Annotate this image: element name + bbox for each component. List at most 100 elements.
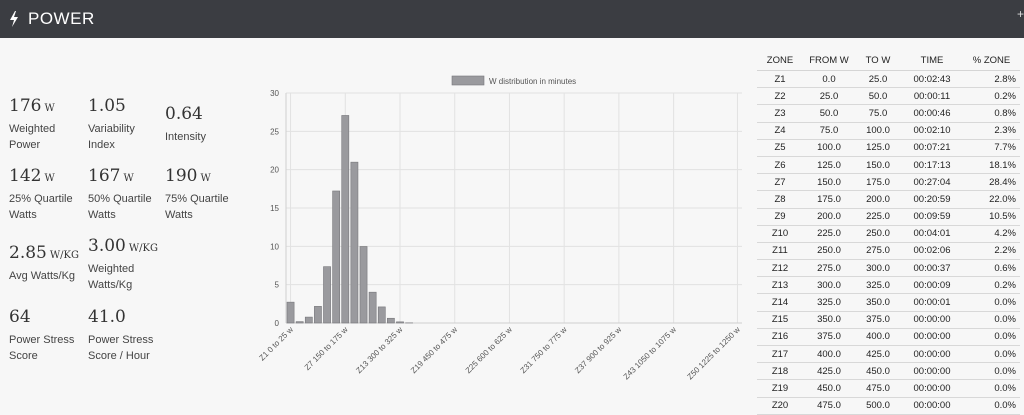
expand-icon[interactable]: + bbox=[1017, 7, 1024, 21]
time-cell: 00:00:46 bbox=[901, 104, 963, 123]
metric-value: 41.0 bbox=[88, 307, 126, 327]
zone-table: ZONE FROM W TO W TIME % ZONE Z1 0.0 25.0 00… bbox=[757, 50, 1020, 415]
time-cell: 00:07:21 bbox=[901, 139, 963, 157]
metric-value: 64 bbox=[9, 307, 31, 327]
time-cell: 00:17:13 bbox=[901, 156, 963, 175]
to-w-cell: 450.0 bbox=[855, 362, 901, 381]
from-w-cell: 425.0 bbox=[803, 362, 855, 381]
metric-label: Variability Index bbox=[88, 123, 135, 151]
bar bbox=[387, 317, 395, 324]
x-tick-label: Z19 450 to 475 w bbox=[409, 325, 459, 375]
percent-zone-cell: 0.2% bbox=[963, 87, 1020, 106]
column-header-percent-zone: % ZONE bbox=[963, 50, 1020, 71]
zone-cell: Z16 bbox=[757, 328, 803, 347]
zone-cell: Z12 bbox=[757, 259, 803, 278]
percent-zone-cell: 0.0% bbox=[963, 379, 1020, 398]
zone-cell: Z5 bbox=[757, 139, 803, 157]
bar bbox=[359, 246, 368, 324]
percent-zone-cell: 2.8% bbox=[963, 70, 1020, 89]
to-w-cell: 250.0 bbox=[855, 225, 901, 243]
time-cell: 00:04:01 bbox=[901, 225, 963, 243]
table-row: Z12 275.0 300.0 00:00:37 0.6% bbox=[757, 259, 1020, 278]
metric-value: 1.05 bbox=[88, 96, 126, 116]
from-w-cell: 325.0 bbox=[803, 293, 855, 312]
panel-header: POWER + bbox=[0, 0, 1024, 38]
metric-75-quartile: 190 W 75% Quartile Watts bbox=[165, 166, 229, 223]
metric-variability-index: 1.05 Variability Index bbox=[88, 96, 135, 153]
table-row: Z9 200.0 225.0 00:09:59 10.5% bbox=[757, 208, 1020, 226]
metric-25-quartile: 142 W 25% Quartile Watts bbox=[9, 166, 73, 223]
from-w-cell: 225.0 bbox=[803, 225, 855, 243]
column-header-from-w: FROM W bbox=[803, 50, 855, 71]
to-w-cell: 200.0 bbox=[855, 190, 901, 209]
from-w-cell: 250.0 bbox=[803, 242, 855, 261]
power-distribution-chart: 051015202530Z1 0 to 25 w Z7 150 to 175 wZ… bbox=[257, 75, 742, 381]
to-w-cell: 400.0 bbox=[855, 328, 901, 347]
table-row: Z19 450.0 475.0 00:00:00 0.0% bbox=[757, 379, 1020, 398]
metric-value: 3.00 bbox=[88, 236, 126, 256]
from-w-cell: 125.0 bbox=[803, 156, 855, 175]
column-header-time: TIME bbox=[901, 50, 963, 71]
time-cell: 00:02:43 bbox=[901, 70, 963, 89]
percent-zone-cell: 28.4% bbox=[963, 173, 1020, 192]
metric-avg-watts-kg: 2.85 W/KG Avg Watts/Kg bbox=[9, 243, 79, 284]
column-header-zone: ZONE bbox=[757, 50, 803, 71]
to-w-cell: 25.0 bbox=[855, 70, 901, 89]
x-tick-label: Z13 300 to 325 w bbox=[354, 325, 404, 375]
percent-zone-cell: 0.2% bbox=[963, 276, 1020, 295]
bar bbox=[295, 321, 304, 324]
metric-value: 167 bbox=[88, 166, 121, 186]
time-cell: 00:00:09 bbox=[901, 276, 963, 295]
metric-label: Weighted Power bbox=[9, 123, 56, 151]
metric-power-stress-score-hour: 41.0 Power Stress Score / Hour bbox=[88, 307, 153, 364]
metric-unit: W/KG bbox=[49, 250, 79, 261]
from-w-cell: 400.0 bbox=[803, 345, 855, 364]
bolt-icon bbox=[10, 11, 18, 27]
to-w-cell: 275.0 bbox=[855, 242, 901, 261]
from-w-cell: 300.0 bbox=[803, 276, 855, 295]
from-w-cell: 75.0 bbox=[803, 122, 855, 140]
bar bbox=[396, 321, 404, 324]
bar bbox=[332, 190, 341, 324]
table-row: Z15 350.0 375.0 00:00:00 0.0% bbox=[757, 311, 1020, 329]
metric-value: 142 bbox=[9, 166, 42, 186]
x-tick-label: Z1 0 to 25 w bbox=[257, 325, 295, 363]
to-w-cell: 425.0 bbox=[855, 345, 901, 364]
zone-cell: Z4 bbox=[757, 122, 803, 140]
panel-title: POWER bbox=[28, 9, 95, 28]
metric-label: 25% Quartile Watts bbox=[9, 193, 73, 221]
time-cell: 00:00:00 bbox=[901, 345, 963, 364]
zone-cell: Z18 bbox=[757, 362, 803, 381]
from-w-cell: 475.0 bbox=[803, 397, 855, 415]
bar bbox=[314, 306, 322, 324]
from-w-cell: 200.0 bbox=[803, 208, 855, 226]
zone-table-header: ZONE FROM W TO W TIME % ZONE bbox=[757, 50, 1020, 71]
metric-unit: W bbox=[44, 103, 55, 114]
table-row: Z5 100.0 125.0 00:07:21 7.7% bbox=[757, 139, 1020, 157]
table-row: Z10 225.0 250.0 00:04:01 4.2% bbox=[757, 225, 1020, 243]
time-cell: 00:20:59 bbox=[901, 190, 963, 209]
bar bbox=[368, 291, 377, 324]
to-w-cell: 225.0 bbox=[855, 208, 901, 226]
zone-cell: Z10 bbox=[757, 225, 803, 243]
metric-value: 176 bbox=[9, 96, 42, 116]
to-w-cell: 300.0 bbox=[855, 259, 901, 278]
table-row: Z20 475.0 500.0 00:00:00 0.0% bbox=[757, 397, 1020, 415]
from-w-cell: 275.0 bbox=[803, 259, 855, 278]
to-w-cell: 325.0 bbox=[855, 276, 901, 295]
percent-zone-cell: 22.0% bbox=[963, 190, 1020, 209]
zone-cell: Z20 bbox=[757, 397, 803, 415]
y-tick-label: 25 bbox=[270, 127, 279, 136]
metric-50-quartile: 167 W 50% Quartile Watts bbox=[88, 166, 152, 223]
percent-zone-cell: 18.1% bbox=[963, 156, 1020, 175]
zone-cell: Z15 bbox=[757, 311, 803, 329]
zone-cell: Z17 bbox=[757, 345, 803, 364]
metric-value: 2.85 bbox=[9, 243, 47, 263]
from-w-cell: 350.0 bbox=[803, 311, 855, 329]
to-w-cell: 375.0 bbox=[855, 311, 901, 329]
to-w-cell: 175.0 bbox=[855, 173, 901, 192]
time-cell: 00:02:10 bbox=[901, 122, 963, 140]
metric-weighted-power: 176 W Weighted Power bbox=[9, 96, 55, 153]
time-cell: 00:00:00 bbox=[901, 397, 963, 415]
bar bbox=[341, 115, 350, 324]
